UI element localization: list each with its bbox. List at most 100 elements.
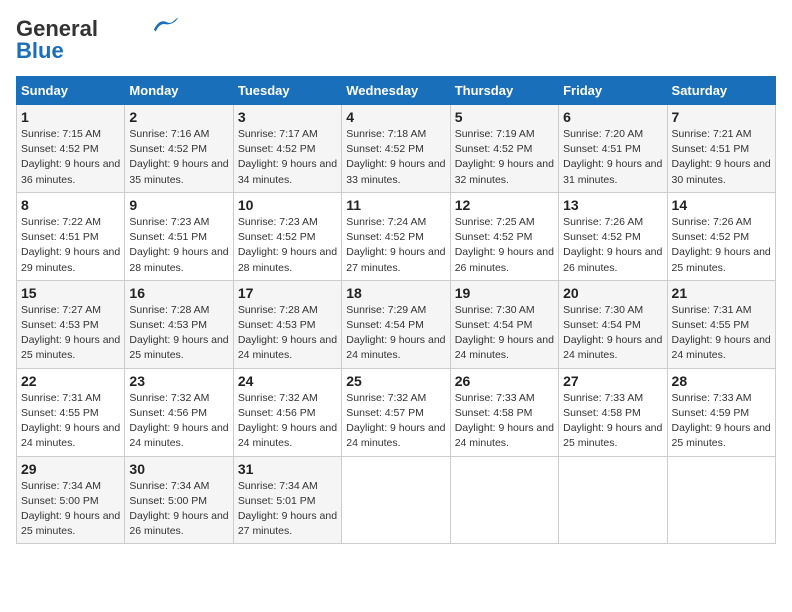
weekday-header-friday: Friday <box>559 77 667 105</box>
calendar-day-cell: 25 Sunrise: 7:32 AMSunset: 4:57 PMDayligh… <box>342 368 450 456</box>
calendar-empty-cell <box>559 456 667 544</box>
day-info: Sunrise: 7:18 AMSunset: 4:52 PMDaylight:… <box>346 128 445 186</box>
day-info: Sunrise: 7:25 AMSunset: 4:52 PMDaylight:… <box>455 216 554 274</box>
calendar-day-cell: 12 Sunrise: 7:25 AMSunset: 4:52 PMDayligh… <box>450 192 558 280</box>
calendar-day-cell: 1 Sunrise: 7:15 AMSunset: 4:52 PMDaylight… <box>17 105 125 193</box>
day-info: Sunrise: 7:23 AMSunset: 4:51 PMDaylight:… <box>129 216 228 274</box>
calendar-week-row: 22 Sunrise: 7:31 AMSunset: 4:55 PMDayligh… <box>17 368 776 456</box>
day-number: 20 <box>563 285 662 301</box>
calendar-day-cell: 6Sunrise: 7:20 AMSunset: 4:51 PMDaylight… <box>559 105 667 193</box>
day-info: Sunrise: 7:22 AMSunset: 4:51 PMDaylight:… <box>21 216 120 274</box>
weekday-header-monday: Monday <box>125 77 233 105</box>
calendar-day-cell: 21 Sunrise: 7:31 AMSunset: 4:55 PMDayligh… <box>667 280 775 368</box>
day-number: 12 <box>455 197 554 213</box>
day-info: Sunrise: 7:28 AMSunset: 4:53 PMDaylight:… <box>129 304 228 362</box>
calendar-day-cell: 9 Sunrise: 7:23 AMSunset: 4:51 PMDaylight… <box>125 192 233 280</box>
calendar-day-cell: 27 Sunrise: 7:33 AMSunset: 4:58 PMDayligh… <box>559 368 667 456</box>
calendar-day-cell: 24Sunrise: 7:32 AMSunset: 4:56 PMDayligh… <box>233 368 341 456</box>
weekday-header-wednesday: Wednesday <box>342 77 450 105</box>
calendar-day-cell: 5 Sunrise: 7:19 AMSunset: 4:52 PMDaylight… <box>450 105 558 193</box>
day-number: 8 <box>21 197 120 213</box>
day-info: Sunrise: 7:21 AMSunset: 4:51 PMDaylight:… <box>672 128 771 186</box>
logo-bird-icon <box>152 16 180 34</box>
calendar-day-cell: 17 Sunrise: 7:28 AMSunset: 4:53 PMDayligh… <box>233 280 341 368</box>
weekday-header-tuesday: Tuesday <box>233 77 341 105</box>
calendar-week-row: 15Sunrise: 7:27 AMSunset: 4:53 PMDayligh… <box>17 280 776 368</box>
day-info: Sunrise: 7:27 AMSunset: 4:53 PMDaylight:… <box>21 304 120 362</box>
day-number: 22 <box>21 373 120 389</box>
day-info: Sunrise: 7:33 AMSunset: 4:59 PMDaylight:… <box>672 392 771 450</box>
calendar-day-cell: 15Sunrise: 7:27 AMSunset: 4:53 PMDayligh… <box>17 280 125 368</box>
day-info: Sunrise: 7:26 AMSunset: 4:52 PMDaylight:… <box>672 216 771 274</box>
calendar-day-cell: 18 Sunrise: 7:29 AMSunset: 4:54 PMDayligh… <box>342 280 450 368</box>
calendar-day-cell: 14 Sunrise: 7:26 AMSunset: 4:52 PMDayligh… <box>667 192 775 280</box>
calendar-day-cell: 28 Sunrise: 7:33 AMSunset: 4:59 PMDayligh… <box>667 368 775 456</box>
calendar-day-cell: 7 Sunrise: 7:21 AMSunset: 4:51 PMDaylight… <box>667 105 775 193</box>
day-number: 11 <box>346 197 445 213</box>
logo: General Blue <box>16 16 180 64</box>
day-number: 1 <box>21 109 120 125</box>
day-info: Sunrise: 7:30 AMSunset: 4:54 PMDaylight:… <box>563 304 662 362</box>
calendar-empty-cell <box>342 456 450 544</box>
day-number: 27 <box>563 373 662 389</box>
day-number: 24 <box>238 373 337 389</box>
day-number: 3 <box>238 109 337 125</box>
day-number: 17 <box>238 285 337 301</box>
calendar-day-cell: 26 Sunrise: 7:33 AMSunset: 4:58 PMDayligh… <box>450 368 558 456</box>
day-info: Sunrise: 7:16 AMSunset: 4:52 PMDaylight:… <box>129 128 228 186</box>
day-info: Sunrise: 7:24 AMSunset: 4:52 PMDaylight:… <box>346 216 445 274</box>
day-info: Sunrise: 7:31 AMSunset: 4:55 PMDaylight:… <box>672 304 771 362</box>
day-number: 7 <box>672 109 771 125</box>
day-info: Sunrise: 7:32 AMSunset: 4:57 PMDaylight:… <box>346 392 445 450</box>
day-info: Sunrise: 7:33 AMSunset: 4:58 PMDaylight:… <box>563 392 662 450</box>
day-info: Sunrise: 7:34 AMSunset: 5:00 PMDaylight:… <box>129 480 228 538</box>
calendar-week-row: 8 Sunrise: 7:22 AMSunset: 4:51 PMDaylight… <box>17 192 776 280</box>
calendar-day-cell: 30 Sunrise: 7:34 AMSunset: 5:00 PMDayligh… <box>125 456 233 544</box>
day-info: Sunrise: 7:30 AMSunset: 4:54 PMDaylight:… <box>455 304 554 362</box>
day-number: 16 <box>129 285 228 301</box>
calendar-week-row: 29 Sunrise: 7:34 AMSunset: 5:00 PMDayligh… <box>17 456 776 544</box>
calendar-day-cell: 13 Sunrise: 7:26 AMSunset: 4:52 PMDayligh… <box>559 192 667 280</box>
day-info: Sunrise: 7:26 AMSunset: 4:52 PMDaylight:… <box>563 216 662 274</box>
calendar-day-cell: 22 Sunrise: 7:31 AMSunset: 4:55 PMDayligh… <box>17 368 125 456</box>
day-number: 21 <box>672 285 771 301</box>
day-number: 28 <box>672 373 771 389</box>
day-number: 5 <box>455 109 554 125</box>
page-header: General Blue <box>16 16 776 64</box>
day-info: Sunrise: 7:28 AMSunset: 4:53 PMDaylight:… <box>238 304 337 362</box>
calendar-day-cell: 4Sunrise: 7:18 AMSunset: 4:52 PMDaylight… <box>342 105 450 193</box>
calendar-day-cell: 8 Sunrise: 7:22 AMSunset: 4:51 PMDaylight… <box>17 192 125 280</box>
day-info: Sunrise: 7:34 AMSunset: 5:00 PMDaylight:… <box>21 480 120 538</box>
day-number: 19 <box>455 285 554 301</box>
day-info: Sunrise: 7:34 AMSunset: 5:01 PMDaylight:… <box>238 480 337 538</box>
day-info: Sunrise: 7:29 AMSunset: 4:54 PMDaylight:… <box>346 304 445 362</box>
calendar-empty-cell <box>667 456 775 544</box>
calendar-day-cell: 2Sunrise: 7:16 AMSunset: 4:52 PMDaylight… <box>125 105 233 193</box>
calendar-day-cell: 20 Sunrise: 7:30 AMSunset: 4:54 PMDayligh… <box>559 280 667 368</box>
day-number: 23 <box>129 373 228 389</box>
day-info: Sunrise: 7:31 AMSunset: 4:55 PMDaylight:… <box>21 392 120 450</box>
calendar-day-cell: 3 Sunrise: 7:17 AMSunset: 4:52 PMDaylight… <box>233 105 341 193</box>
calendar-day-cell: 16 Sunrise: 7:28 AMSunset: 4:53 PMDayligh… <box>125 280 233 368</box>
day-info: Sunrise: 7:17 AMSunset: 4:52 PMDaylight:… <box>238 128 337 186</box>
day-number: 10 <box>238 197 337 213</box>
day-info: Sunrise: 7:15 AMSunset: 4:52 PMDaylight:… <box>21 128 120 186</box>
calendar-day-cell: 31Sunrise: 7:34 AMSunset: 5:01 PMDayligh… <box>233 456 341 544</box>
day-number: 13 <box>563 197 662 213</box>
day-number: 14 <box>672 197 771 213</box>
day-number: 26 <box>455 373 554 389</box>
day-number: 30 <box>129 461 228 477</box>
day-info: Sunrise: 7:33 AMSunset: 4:58 PMDaylight:… <box>455 392 554 450</box>
calendar-day-cell: 29 Sunrise: 7:34 AMSunset: 5:00 PMDayligh… <box>17 456 125 544</box>
day-number: 29 <box>21 461 120 477</box>
calendar-day-cell: 23 Sunrise: 7:32 AMSunset: 4:56 PMDayligh… <box>125 368 233 456</box>
day-number: 9 <box>129 197 228 213</box>
day-number: 18 <box>346 285 445 301</box>
day-info: Sunrise: 7:19 AMSunset: 4:52 PMDaylight:… <box>455 128 554 186</box>
calendar-day-cell: 11 Sunrise: 7:24 AMSunset: 4:52 PMDayligh… <box>342 192 450 280</box>
day-info: Sunrise: 7:32 AMSunset: 4:56 PMDaylight:… <box>129 392 228 450</box>
weekday-header-thursday: Thursday <box>450 77 558 105</box>
calendar-day-cell: 10Sunrise: 7:23 AMSunset: 4:52 PMDayligh… <box>233 192 341 280</box>
day-number: 25 <box>346 373 445 389</box>
weekday-header-row: SundayMondayTuesdayWednesdayThursdayFrid… <box>17 77 776 105</box>
